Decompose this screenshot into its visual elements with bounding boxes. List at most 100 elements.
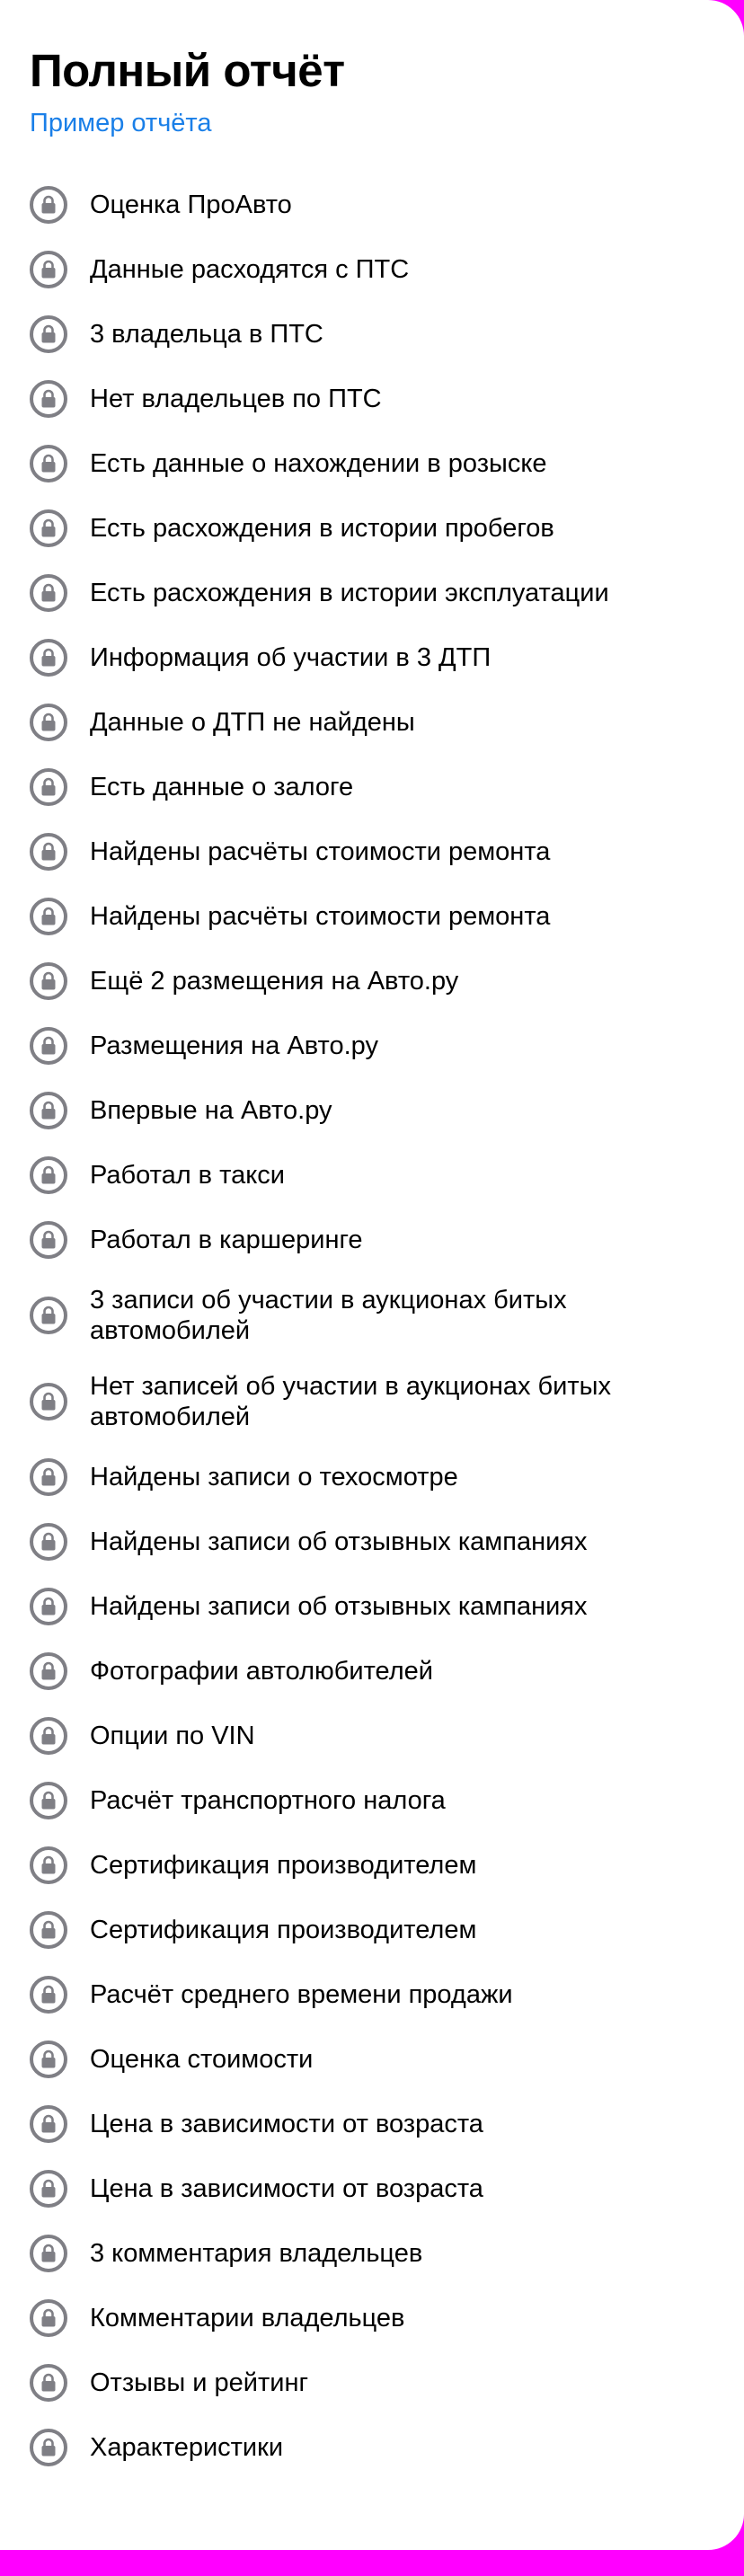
report-item-label: Данные расходятся с ПТС [90,255,410,284]
report-item-label: Информация об участии в 3 ДТП [90,643,492,672]
lock-icon [30,1156,67,1194]
report-item[interactable]: Найдены записи об отзывных кампаниях [30,1574,713,1639]
lock-icon [30,2429,67,2466]
report-item-label: Сертификация производителем [90,1916,477,1944]
report-item-label: Ещё 2 размещения на Авто.ру [90,967,459,996]
report-item[interactable]: Есть расхождения в истории пробегов [30,496,713,561]
lock-icon [30,833,67,871]
report-item-label: Комментарии владельцев [90,2304,405,2333]
lock-icon [30,898,67,935]
report-item-label: Впервые на Авто.ру [90,1096,332,1125]
lock-icon [30,1652,67,1690]
report-item[interactable]: 3 записи об участии в аукционах битых ав… [30,1272,713,1359]
report-item[interactable]: Работал в каршеринге [30,1208,713,1272]
lock-icon [30,2364,67,2402]
lock-icon [30,962,67,1000]
report-item-label: Расчёт транспортного налога [90,1786,446,1815]
report-item[interactable]: Опции по VIN [30,1704,713,1768]
report-item[interactable]: Расчёт среднего времени продажи [30,1962,713,2027]
report-item-label: Работал в такси [90,1161,285,1190]
report-item-label: 3 записи об участии в аукционах битых ав… [90,1286,567,1345]
lock-icon [30,1911,67,1949]
report-item-label: Найдены записи об отзывных кампаниях [90,1592,588,1621]
report-item[interactable]: Найдены расчёты стоимости ремонта [30,884,713,949]
report-item-label: Найдены записи о техосмотре [90,1463,458,1492]
report-item-label: Данные о ДТП не найдены [90,708,415,737]
report-item[interactable]: Данные о ДТП не найдены [30,690,713,755]
lock-icon [30,315,67,353]
report-item[interactable]: Цена в зависимости от возраста [30,2092,713,2156]
lock-icon [30,445,67,482]
lock-icon [30,186,67,224]
report-item-label: Сертификация производителем [90,1851,477,1880]
report-item-label: Размещения на Авто.ру [90,1031,378,1060]
report-item-label: Найдены расчёты стоимости ремонта [90,902,551,931]
report-item[interactable]: Оценка стоимости [30,2027,713,2092]
report-item-label: Есть данные о залоге [90,773,354,801]
report-item[interactable]: Есть расхождения в истории эксплуатации [30,561,713,625]
report-items-list: Оценка ПроАвто Данные расходятся с ПТС 3 в… [30,173,713,2480]
report-item-label: 3 комментария владельцев [90,2239,423,2268]
report-item-label: Нет записей об участии в аукционах битых… [90,1372,611,1431]
lock-icon [30,509,67,547]
report-item[interactable]: Сертификация производителем [30,1833,713,1898]
lock-icon [30,251,67,288]
report-item[interactable]: Сертификация производителем [30,1898,713,1962]
report-item[interactable]: Данные расходятся с ПТС [30,237,713,302]
report-item-label: Нет владельцев по ПТС [90,385,382,413]
report-item[interactable]: Цена в зависимости от возраста [30,2156,713,2221]
sample-report-link[interactable]: Пример отчёта [30,108,212,138]
report-item[interactable]: Найдены расчёты стоимости ремонта [30,819,713,884]
lock-icon [30,1383,67,1421]
report-item[interactable]: 3 комментария владельцев [30,2221,713,2286]
report-item-label: Опции по VIN [90,1722,255,1750]
report-item-label: Характеристики [90,2433,284,2462]
lock-icon [30,1297,67,1334]
lock-icon [30,1523,67,1561]
lock-icon [30,2040,67,2078]
page-title: Полный отчёт [30,45,345,96]
report-item[interactable]: Работал в такси [30,1143,713,1208]
lock-icon [30,639,67,677]
lock-icon [30,2170,67,2208]
report-item[interactable]: Фотографии автолюбителей [30,1639,713,1704]
lock-icon [30,768,67,806]
report-item[interactable]: Нет владельцев по ПТС [30,367,713,431]
report-item-label: 3 владельца в ПТС [90,320,323,349]
report-item-label: Найдены записи об отзывных кампаниях [90,1527,588,1556]
report-item-label: Есть расхождения в истории пробегов [90,514,554,543]
report-item-label: Работал в каршеринге [90,1226,363,1254]
report-item-label: Оценка ПроАвто [90,190,292,219]
report-item[interactable]: 3 владельца в ПТС [30,302,713,367]
report-item[interactable]: Расчёт транспортного налога [30,1768,713,1833]
report-item[interactable]: Нет записей об участии в аукционах битых… [30,1359,713,1445]
report-item-label: Цена в зависимости от возраста [90,2110,483,2138]
lock-icon [30,704,67,741]
report-item[interactable]: Комментарии владельцев [30,2286,713,2350]
lock-icon [30,2299,67,2337]
report-item[interactable]: Ещё 2 размещения на Авто.ру [30,949,713,1014]
report-item[interactable]: Информация об участии в 3 ДТП [30,625,713,690]
lock-icon [30,1458,67,1496]
lock-icon [30,380,67,418]
report-item-label: Есть расхождения в истории эксплуатации [90,579,609,607]
report-item[interactable]: Впервые на Авто.ру [30,1078,713,1143]
report-item-label: Найдены расчёты стоимости ремонта [90,837,551,866]
report-item[interactable]: Отзывы и рейтинг [30,2350,713,2415]
lock-icon [30,2105,67,2143]
report-item[interactable]: Есть данные о залоге [30,755,713,819]
report-item[interactable]: Размещения на Авто.ру [30,1014,713,1078]
report-item[interactable]: Есть данные о нахождении в розыске [30,431,713,496]
report-item[interactable]: Характеристики [30,2415,713,2480]
lock-icon [30,574,67,612]
report-item-label: Цена в зависимости от возраста [90,2174,483,2203]
report-item-label: Фотографии автолюбителей [90,1657,433,1686]
lock-icon [30,1588,67,1625]
lock-icon [30,1846,67,1884]
report-item[interactable]: Оценка ПроАвто [30,173,713,237]
report-card: Полный отчёт Пример отчёта Оценка ПроАвт… [0,0,744,2550]
lock-icon [30,1092,67,1129]
report-item-label: Есть данные о нахождении в розыске [90,449,547,478]
report-item[interactable]: Найдены записи о техосмотре [30,1445,713,1509]
report-item[interactable]: Найдены записи об отзывных кампаниях [30,1509,713,1574]
